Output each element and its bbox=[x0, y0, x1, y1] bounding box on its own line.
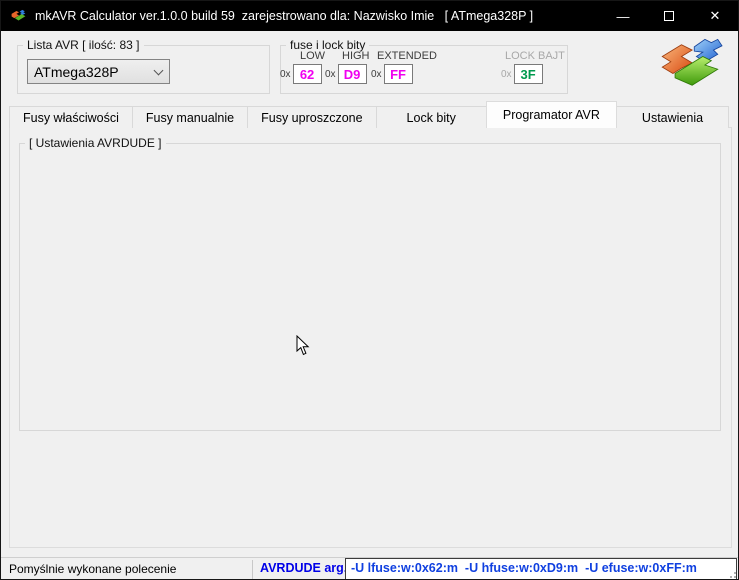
fuse-low-label: LOW bbox=[300, 50, 326, 62]
fuse-high-prefix: 0x bbox=[325, 68, 336, 80]
avrdude-args-value[interactable]: -U lfuse:w:0x62:m -U hfuse:w:0xD9:m -U e… bbox=[345, 558, 737, 579]
caption-buttons: — ✕ bbox=[600, 1, 738, 31]
tab-fusy-manualnie[interactable]: Fusy manualnie bbox=[131, 106, 249, 128]
mouse-cursor bbox=[296, 335, 310, 356]
minimize-button[interactable]: — bbox=[600, 1, 646, 31]
tab-fusy-uproszczone[interactable]: Fusy uproszczone bbox=[247, 106, 377, 128]
minimize-icon: — bbox=[616, 8, 630, 24]
close-icon: ✕ bbox=[709, 8, 721, 23]
tab-fusy-wlasciwosci[interactable]: Fusy właściwości bbox=[9, 106, 133, 128]
avrdude-args-label: AVRDUDE arg. bbox=[260, 561, 348, 575]
lock-byte-prefix: 0x bbox=[501, 68, 512, 80]
title-bar: mkAVR Calculator ver.1.0.0 build 59 zare… bbox=[1, 1, 738, 31]
avrdude-settings-legend: [ Ustawienia AVRDUDE ] bbox=[29, 136, 162, 150]
fuse-low-value[interactable]: 62 bbox=[292, 64, 322, 84]
chevron-down-icon bbox=[153, 65, 164, 75]
tab-strip: Fusy właściwości Fusy manualnie Fusy upr… bbox=[9, 101, 730, 128]
status-divider bbox=[252, 560, 253, 579]
avr-select[interactable]: ATmega328P bbox=[27, 59, 170, 84]
avr-select-value: ATmega328P bbox=[34, 63, 119, 80]
resize-grip[interactable] bbox=[726, 568, 736, 578]
tab-programator-avr[interactable]: Programator AVR bbox=[485, 101, 617, 128]
app-logo-icon bbox=[11, 9, 26, 21]
fuse-extended-prefix: 0x bbox=[371, 68, 382, 80]
fuse-high-value[interactable]: D9 bbox=[337, 64, 367, 84]
maximize-button[interactable] bbox=[646, 1, 692, 31]
mkavr-logo bbox=[661, 38, 723, 86]
window-title: mkAVR Calculator ver.1.0.0 build 59 zare… bbox=[35, 9, 534, 23]
lock-byte-value[interactable]: 3F bbox=[513, 64, 543, 84]
fuse-extended-value[interactable]: FF bbox=[383, 64, 413, 84]
fuse-low-prefix: 0x bbox=[280, 68, 291, 80]
fuse-extended-label: EXTENDED bbox=[377, 50, 437, 62]
status-message: Pomyślnie wykonane polecenie bbox=[9, 562, 177, 576]
avrdude-settings-group: [ Ustawienia AVRDUDE ] bbox=[19, 136, 721, 431]
fuse-high-label: HIGH bbox=[342, 50, 370, 62]
maximize-icon bbox=[664, 11, 674, 21]
lock-byte-label: LOCK BAJT bbox=[505, 50, 565, 62]
app-window: mkAVR Calculator ver.1.0.0 build 59 zare… bbox=[0, 0, 739, 580]
close-button[interactable]: ✕ bbox=[692, 1, 738, 31]
tab-lock-bity[interactable]: Lock bity bbox=[375, 106, 487, 128]
status-bar: Pomyślnie wykonane polecenie AVRDUDE arg… bbox=[1, 557, 738, 579]
avr-list-legend: Lista AVR [ ilość: 83 ] bbox=[27, 38, 140, 52]
tab-ustawienia[interactable]: Ustawienia bbox=[615, 106, 730, 128]
